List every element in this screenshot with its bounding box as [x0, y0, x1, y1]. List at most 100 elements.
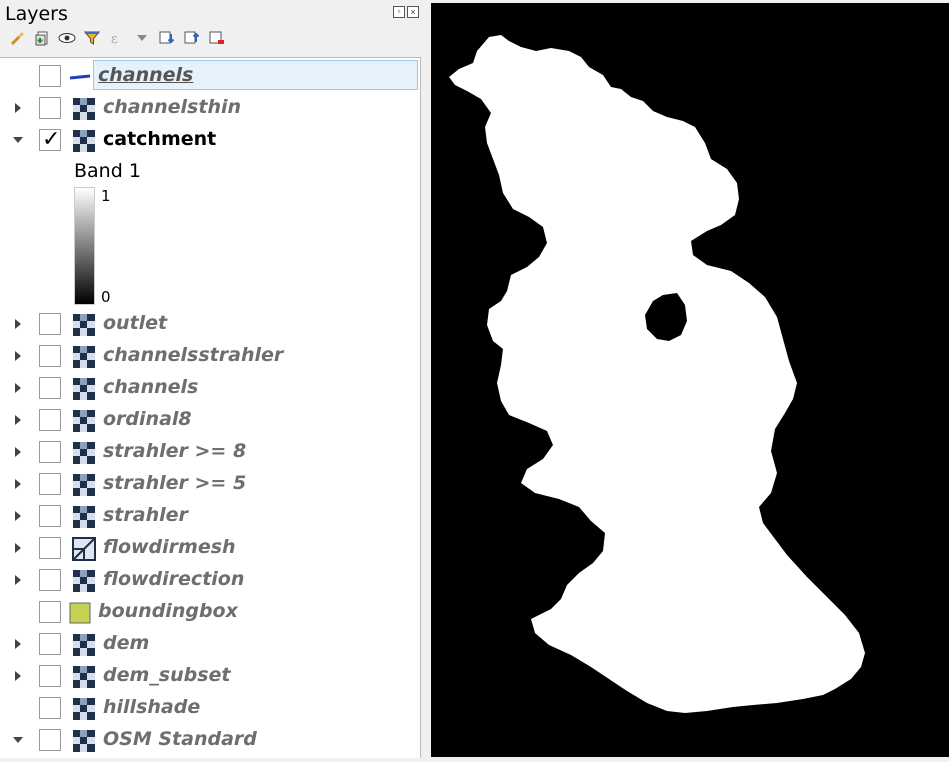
expand-all-icon[interactable] — [158, 29, 176, 47]
add-group-icon[interactable] — [33, 29, 51, 47]
layer-label: channelsstrahler — [103, 344, 284, 366]
raster-icon — [72, 441, 96, 465]
layer-row[interactable]: strahler >= 5 — [0, 467, 420, 499]
collapsed-arrow-icon[interactable] — [12, 637, 24, 649]
layer-row[interactable]: flowdirection — [0, 563, 420, 595]
legend-gradient-ramp — [74, 187, 95, 305]
expanded-arrow-icon[interactable] — [12, 733, 24, 745]
layer-visibility-checkbox[interactable] — [39, 633, 61, 655]
panel-title: Layers — [5, 3, 68, 25]
layer-row[interactable]: channelsstrahler — [0, 339, 420, 371]
layer-visibility-checkbox[interactable] — [39, 697, 61, 719]
raster-icon — [72, 665, 96, 689]
layer-visibility-checkbox[interactable] — [39, 65, 61, 87]
layer-visibility-checkbox[interactable] — [39, 537, 61, 559]
raster-icon — [72, 729, 96, 753]
mesh-icon — [72, 537, 96, 561]
layer-visibility-checkbox[interactable] — [39, 345, 61, 367]
layer-visibility-checkbox[interactable] — [39, 313, 61, 335]
legend-band-label: Band 1 — [74, 160, 141, 182]
collapse-all-icon[interactable] — [183, 29, 201, 47]
layer-visibility-checkbox[interactable] — [39, 409, 61, 431]
layer-visibility-checkbox[interactable] — [39, 601, 61, 623]
layer-row[interactable]: channelsthin — [0, 91, 420, 123]
collapsed-arrow-icon[interactable] — [12, 477, 24, 489]
layer-row[interactable]: flowdirmesh — [0, 531, 420, 563]
layer-visibility-checkbox[interactable] — [39, 505, 61, 527]
layer-label: strahler >= 8 — [103, 440, 247, 462]
style-manager-icon[interactable] — [8, 29, 26, 47]
raster-icon — [72, 377, 96, 401]
layer-row[interactable]: outlet — [0, 307, 420, 339]
layer-row[interactable]: channels — [0, 59, 420, 91]
layer-row[interactable]: boundingbox — [0, 595, 420, 627]
layer-visibility-checkbox[interactable] — [39, 441, 61, 463]
collapsed-arrow-icon[interactable] — [12, 349, 24, 361]
layer-label: boundingbox — [98, 600, 238, 622]
collapsed-arrow-icon[interactable] — [12, 573, 24, 585]
raster-icon — [72, 97, 96, 121]
raster-icon — [72, 345, 96, 369]
layer-label: OSM Standard — [103, 728, 257, 750]
layer-tree: channels channelsthin catchment Band 1 1 0 out… — [0, 57, 421, 758]
layer-label: flowdirmesh — [103, 536, 236, 558]
raster-icon — [72, 313, 96, 337]
svg-text:ε: ε — [111, 32, 118, 46]
filter-expression-icon[interactable]: ε — [108, 29, 126, 47]
layer-visibility-checkbox[interactable] — [39, 97, 61, 119]
expanded-arrow-icon[interactable] — [12, 133, 24, 145]
legend-max-value: 1 — [101, 187, 111, 205]
layer-row[interactable]: hillshade — [0, 691, 420, 723]
raster-icon — [72, 505, 96, 529]
layer-row[interactable]: OSM Standard — [0, 723, 420, 755]
collapsed-arrow-icon[interactable] — [12, 317, 24, 329]
collapsed-arrow-icon[interactable] — [12, 101, 24, 113]
collapsed-arrow-icon[interactable] — [12, 445, 24, 457]
layer-label: dem — [103, 632, 150, 654]
filter-dropdown-icon[interactable] — [133, 29, 151, 47]
layer-row[interactable]: dem — [0, 627, 420, 659]
layer-visibility-checkbox[interactable] — [39, 377, 61, 399]
collapsed-arrow-icon[interactable] — [12, 541, 24, 553]
legend-min-value: 0 — [101, 288, 111, 306]
layer-visibility-checkbox[interactable] — [39, 127, 61, 152]
map-canvas[interactable] — [431, 3, 949, 757]
raster-icon — [72, 409, 96, 433]
filter-legend-icon[interactable] — [83, 29, 101, 47]
close-panel-button[interactable]: × — [407, 6, 419, 18]
polygon-icon — [68, 601, 92, 625]
collapsed-arrow-icon[interactable] — [12, 413, 24, 425]
layer-row[interactable]: channels — [0, 371, 420, 403]
layer-label: channelsthin — [103, 96, 242, 118]
layer-row[interactable]: ordinal8 — [0, 403, 420, 435]
layer-label: strahler >= 5 — [103, 472, 247, 494]
layer-label: flowdirection — [103, 568, 245, 590]
layer-label: channels — [103, 376, 199, 398]
layer-visibility-checkbox[interactable] — [39, 729, 61, 751]
raster-icon — [72, 473, 96, 497]
raster-icon — [72, 569, 96, 593]
layer-row[interactable]: strahler >= 8 — [0, 435, 420, 467]
layer-visibility-checkbox[interactable] — [39, 569, 61, 591]
float-panel-button[interactable]: ▫ — [393, 6, 405, 18]
layer-label: ordinal8 — [103, 408, 192, 430]
line-icon — [68, 65, 92, 89]
layer-label: strahler — [103, 504, 188, 526]
layers-toolbar: ε — [8, 29, 226, 49]
raster-icon — [72, 633, 96, 657]
collapsed-arrow-icon[interactable] — [12, 509, 24, 521]
layer-label: outlet — [103, 312, 168, 334]
layer-visibility-checkbox[interactable] — [39, 665, 61, 687]
raster-icon — [72, 129, 96, 153]
layer-visibility-checkbox[interactable] — [39, 473, 61, 495]
manage-visibility-icon[interactable] — [58, 29, 76, 47]
layers-panel: Layers ▫ × ε channelschannelsthinc — [0, 0, 425, 758]
collapsed-arrow-icon[interactable] — [12, 669, 24, 681]
layer-row[interactable]: strahler — [0, 499, 420, 531]
layer-label: hillshade — [103, 696, 201, 718]
collapsed-arrow-icon[interactable] — [12, 381, 24, 393]
remove-layer-icon[interactable] — [208, 29, 226, 47]
layer-label: dem_subset — [103, 664, 231, 686]
layer-row[interactable]: catchment — [0, 123, 420, 155]
layer-row[interactable]: dem_subset — [0, 659, 420, 691]
